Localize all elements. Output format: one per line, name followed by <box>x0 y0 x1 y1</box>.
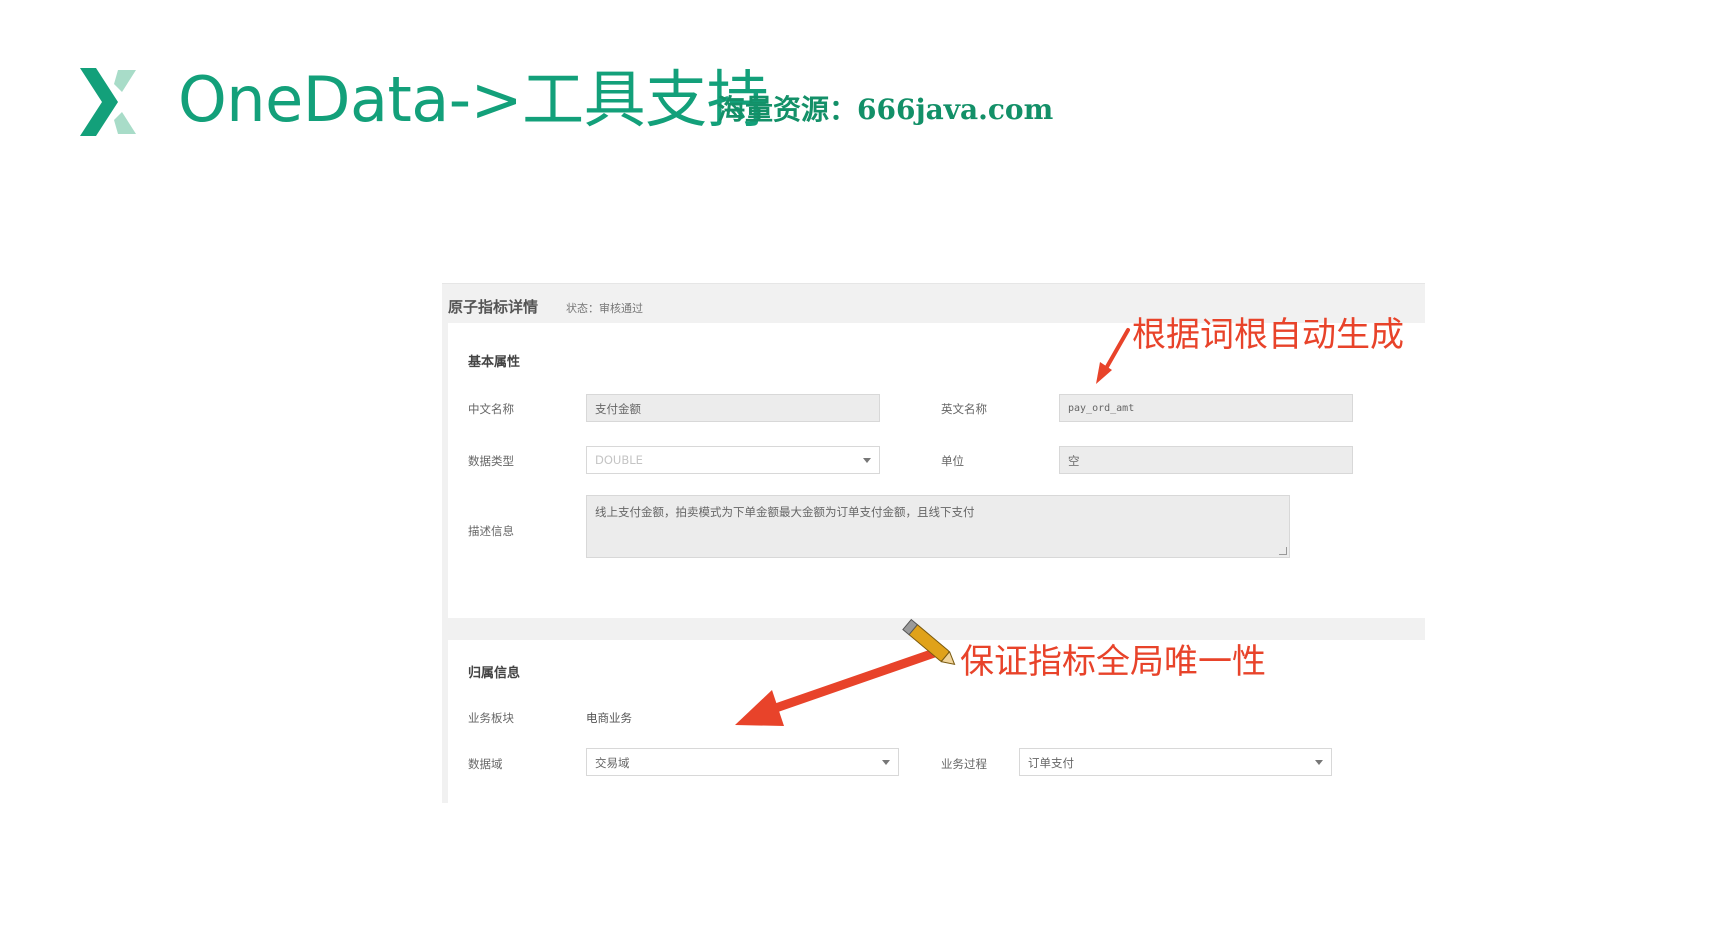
slide-title: OneData->工具支持 <box>178 63 769 136</box>
unit-field[interactable]: 空 <box>1059 446 1353 474</box>
unit-label: 单位 <box>941 454 964 468</box>
chevron-down-icon <box>1315 760 1323 765</box>
watermark-text: 海量资源：666java.com <box>717 93 1054 126</box>
metric-detail-panel: 原子指标详情 状态：审核通过 基本属性 中文名称 支付金额 英文名称 pay_o… <box>442 283 1425 803</box>
data-domain-label: 数据域 <box>468 757 503 771</box>
status-badge: 状态：审核通过 <box>566 302 643 315</box>
data-domain-select[interactable]: 交易域 <box>586 748 899 776</box>
description-textarea[interactable]: 线上支付金额，拍卖模式为下单金额最大金额为订单支付金额，且线下支付 <box>586 495 1290 558</box>
annotation-global-unique: 保证指标全局唯一性 <box>960 642 1266 682</box>
biz-block-label: 业务板块 <box>468 711 514 725</box>
en-name-field[interactable]: pay_ord_amt <box>1059 394 1353 422</box>
panel-title: 原子指标详情 <box>448 298 539 316</box>
description-value: 线上支付金额，拍卖模式为下单金额最大金额为订单支付金额，且线下支付 <box>595 505 975 519</box>
basic-attributes-card: 基本属性 中文名称 支付金额 英文名称 pay_ord_amt 数据类型 DOU… <box>448 323 1425 618</box>
data-type-label: 数据类型 <box>468 454 514 468</box>
data-domain-value: 交易域 <box>595 756 630 770</box>
section-title-ownership: 归属信息 <box>468 666 521 681</box>
description-label: 描述信息 <box>468 524 514 538</box>
en-name-label: 英文名称 <box>941 402 987 416</box>
biz-process-select[interactable]: 订单支付 <box>1019 748 1332 776</box>
section-title-basic: 基本属性 <box>468 355 521 370</box>
biz-process-value: 订单支付 <box>1028 756 1074 770</box>
chevron-down-icon <box>863 458 871 463</box>
cn-name-field[interactable]: 支付金额 <box>586 394 880 422</box>
resize-handle-icon[interactable] <box>1279 547 1287 555</box>
data-type-value: DOUBLE <box>595 453 643 467</box>
cn-name-label: 中文名称 <box>468 402 514 416</box>
data-type-select[interactable]: DOUBLE <box>586 446 880 474</box>
onedata-logo-icon <box>80 68 136 136</box>
ownership-card: 归属信息 业务板块 电商业务 数据域 交易域 业务过程 订单支付 <box>448 640 1425 803</box>
annotation-auto-generate: 根据词根自动生成 <box>1132 315 1404 355</box>
biz-block-value: 电商业务 <box>586 711 632 725</box>
chevron-down-icon <box>882 760 890 765</box>
biz-process-label: 业务过程 <box>941 757 987 771</box>
